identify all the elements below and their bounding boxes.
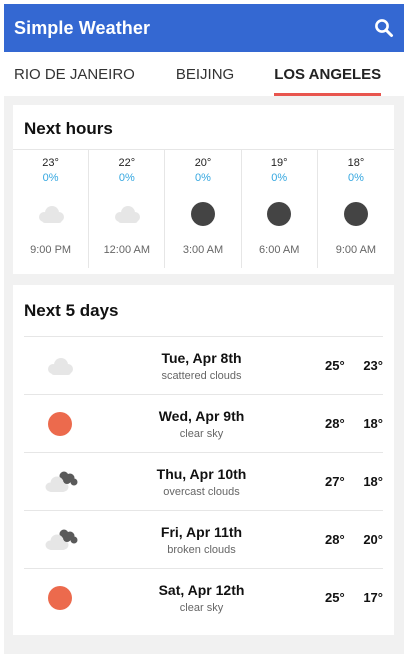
next-hours-card: Next hours 23° 0% 9:00 PM 22° 0% 12:00 A… <box>13 105 394 274</box>
hourly-item: 23° 0% 9:00 PM <box>13 150 90 268</box>
day-date: Tue, Apr 8th <box>161 349 242 366</box>
day-description: overcast clouds <box>163 485 240 498</box>
hour-precip: 0% <box>271 172 288 184</box>
day-date: Fri, Apr 11th <box>160 523 243 540</box>
hour-time: 3:00 AM <box>182 244 224 256</box>
day-info: Sat, Apr 12th clear sky <box>78 582 325 614</box>
hour-time: 12:00 AM <box>103 244 151 256</box>
tab-label: RIO DE JANEIRO <box>14 65 135 83</box>
list-item: Thu, Apr 10th overcast clouds 27° 18° <box>24 452 383 510</box>
day-info: Fri, Apr 11th broken clouds <box>78 524 325 556</box>
day-high: 28° <box>325 532 345 547</box>
cloud-icon <box>34 198 68 230</box>
hour-precip: 0% <box>195 172 211 184</box>
hour-temp: 19° <box>270 157 288 169</box>
tab-label: BEIJING <box>175 65 235 83</box>
day-temps: 28° 18° <box>325 416 383 431</box>
moon-icon <box>339 198 373 230</box>
day-low: 17° <box>363 590 383 605</box>
hourly-forecast-list: 23° 0% 9:00 PM 22° 0% 12:00 AM 20° 0% 3:… <box>13 149 394 268</box>
day-high: 25° <box>325 590 345 605</box>
day-temps: 27° 18° <box>325 474 383 489</box>
hour-temp: 23° <box>42 157 59 169</box>
day-description: broken clouds <box>167 543 236 556</box>
day-high: 25° <box>325 358 345 373</box>
next-hours-title: Next hours <box>24 119 113 138</box>
cloud-icon <box>42 351 78 381</box>
cloud-icon <box>110 198 144 230</box>
hour-temp: 20° <box>194 157 212 169</box>
day-date: Thu, Apr 10th <box>156 465 247 482</box>
moon-icon <box>186 198 220 230</box>
tab-beijing[interactable]: BEIJING <box>176 52 234 96</box>
day-description: scattered clouds <box>161 369 242 382</box>
day-date: Sat, Apr 12th <box>158 581 245 598</box>
city-tabs: RIO DE JANEIRO BEIJING LOS ANGELES <box>4 52 404 96</box>
hour-precip: 0% <box>347 172 364 184</box>
day-low: 18° <box>363 474 383 489</box>
hourly-item: 18° 0% 9:00 AM <box>318 150 394 268</box>
day-temps: 25° 23° <box>325 358 383 373</box>
day-info: Wed, Apr 9th clear sky <box>78 408 325 440</box>
hour-precip: 0% <box>118 172 135 184</box>
day-temps: 25° 17° <box>325 590 383 605</box>
day-description: clear sky <box>179 601 224 614</box>
list-item: Wed, Apr 9th clear sky 28° 18° <box>24 394 383 452</box>
hour-temp: 22° <box>118 157 136 169</box>
list-item: Sat, Apr 12th clear sky 25° 17° <box>24 568 383 626</box>
broken-clouds-icon <box>42 525 78 555</box>
hourly-item: 22° 0% 12:00 AM <box>89 150 166 268</box>
hour-time: 9:00 PM <box>30 244 72 256</box>
app-title: Simple Weather <box>14 17 151 38</box>
hour-temp: 18° <box>347 157 365 169</box>
day-date: Wed, Apr 9th <box>158 407 245 424</box>
sun-icon <box>42 583 78 613</box>
hour-time: 9:00 AM <box>335 244 377 256</box>
day-low: 23° <box>363 358 383 373</box>
hour-precip: 0% <box>42 172 59 184</box>
list-item: Fri, Apr 11th broken clouds 28° 20° <box>24 510 383 568</box>
hour-time: 6:00 AM <box>259 244 300 256</box>
moon-icon <box>262 198 296 230</box>
list-item: Tue, Apr 8th scattered clouds 25° 23° <box>24 336 383 394</box>
day-description: clear sky <box>179 427 224 440</box>
next-days-title: Next 5 days <box>24 301 119 320</box>
day-temps: 28° 20° <box>325 532 383 547</box>
day-info: Thu, Apr 10th overcast clouds <box>78 466 325 498</box>
app-bar: Simple Weather <box>4 4 404 52</box>
day-low: 20° <box>363 532 383 547</box>
day-info: Tue, Apr 8th scattered clouds <box>78 350 325 382</box>
sun-icon <box>42 409 78 439</box>
tab-los-angeles[interactable]: LOS ANGELES <box>274 52 381 96</box>
day-high: 27° <box>325 474 345 489</box>
hourly-item: 20° 0% 3:00 AM <box>165 150 242 268</box>
overcast-clouds-icon <box>42 467 78 497</box>
hourly-item: 19° 0% 6:00 AM <box>242 150 318 268</box>
day-high: 28° <box>325 416 345 431</box>
tab-label: LOS ANGELES <box>274 65 382 83</box>
tab-rio-de-janeiro[interactable]: RIO DE JANEIRO <box>14 52 135 96</box>
day-low: 18° <box>363 416 383 431</box>
forecast-content: Next hours 23° 0% 9:00 PM 22° 0% 12:00 A… <box>4 96 404 654</box>
daily-forecast-list: Tue, Apr 8th scattered clouds 25° 23° We… <box>24 336 383 626</box>
next-days-card: Next 5 days Tue, Apr 8th scattered cloud… <box>13 285 394 635</box>
search-icon[interactable] <box>373 17 395 39</box>
